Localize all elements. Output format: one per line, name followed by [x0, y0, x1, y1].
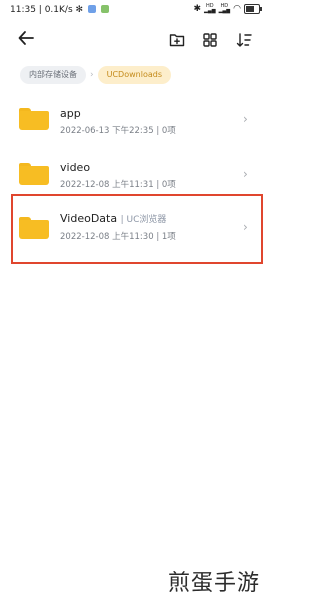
grid-view-svg — [203, 33, 217, 47]
file-name-text: video — [60, 161, 91, 174]
sort-svg — [236, 33, 252, 47]
breadcrumb-root[interactable]: 内部存储设备 — [20, 66, 86, 84]
back-arrow-svg — [18, 31, 34, 45]
app-notification-icon-2 — [100, 5, 109, 13]
file-count: 1项 — [161, 232, 176, 242]
file-source: UC浏览器 — [126, 215, 167, 225]
folder-icon — [19, 163, 49, 185]
status-bar: 11:35 | 0.1K/s ✻ ✱ HD ▂▄▆ HD ▂▄▆ ◠ — [0, 0, 270, 22]
folder-icon — [19, 217, 49, 239]
file-date: 2022-12-08 上午11:30 — [60, 232, 154, 242]
chevron-right-icon: › — [243, 112, 248, 126]
file-name-text: VideoData — [60, 212, 118, 225]
app-notification-icon — [87, 5, 96, 13]
breadcrumb-current[interactable]: UCDownloads — [97, 66, 171, 84]
new-folder-svg — [169, 34, 185, 47]
status-left: 11:35 | 0.1K/s ✻ — [10, 5, 109, 15]
nfc-icon: ✻ — [75, 5, 84, 15]
file-name: app — [60, 107, 81, 120]
signal-icon-1: HD ▂▄▆ — [204, 3, 216, 14]
new-folder-icon[interactable] — [167, 30, 187, 50]
file-name-text: app — [60, 107, 81, 120]
chevron-right-icon: › — [90, 70, 94, 80]
file-meta: 2022-12-08 上午11:30 | 1项 — [60, 230, 176, 242]
file-date: 2022-06-13 下午22:35 — [60, 126, 154, 136]
file-meta: 2022-06-13 下午22:35 | 0项 — [60, 124, 176, 136]
watermark: 煎蛋手游 — [168, 571, 261, 596]
file-date: 2022-12-08 上午11:31 — [60, 180, 154, 190]
toolbar — [0, 28, 270, 52]
signal-icon-2: HD ▂▄▆ — [218, 3, 231, 14]
grid-view-icon[interactable] — [200, 30, 220, 50]
time-speed: 11:35 | 0.1K/s — [10, 5, 73, 15]
wifi-icon: ◠ — [233, 4, 241, 14]
file-name: video — [60, 161, 90, 174]
file-name: VideoData | UC浏览器 — [60, 212, 166, 225]
breadcrumb: 内部存储设备 › UCDownloads — [20, 66, 171, 84]
list-item[interactable]: VideoData | UC浏览器 2022-12-08 上午11:30 | 1… — [0, 201, 270, 257]
bluetooth-icon: ✱ — [193, 4, 202, 14]
status-right: ✱ HD ▂▄▆ HD ▂▄▆ ◠ — [193, 3, 262, 14]
list-item[interactable]: app 2022-06-13 下午22:35 | 0项 › — [0, 95, 270, 151]
file-count: 0项 — [161, 126, 176, 136]
chevron-right-icon: › — [243, 167, 248, 181]
file-count: 0项 — [161, 180, 176, 190]
sort-icon[interactable] — [234, 30, 254, 50]
chevron-right-icon: › — [243, 220, 248, 234]
file-meta: 2022-12-08 上午11:31 | 0项 — [60, 178, 176, 190]
folder-icon — [19, 108, 49, 130]
back-arrow-icon[interactable] — [17, 29, 39, 51]
battery-icon — [244, 4, 262, 14]
